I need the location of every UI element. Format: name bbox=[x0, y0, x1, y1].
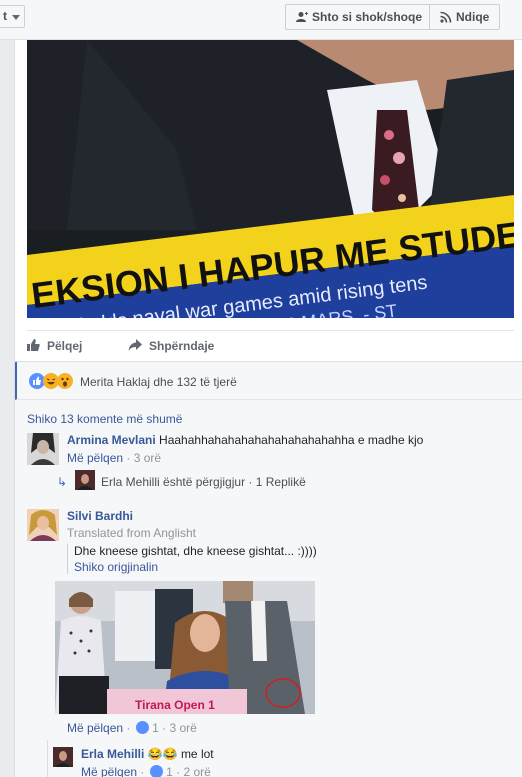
comment-like-link[interactable]: Më pëlqen bbox=[67, 721, 123, 735]
add-friend-button[interactable]: Shto si shok/shoqe bbox=[285, 4, 430, 30]
comment-author[interactable]: Silvi Bardhi bbox=[67, 509, 517, 523]
news-broadcast-image: EKSION I HAPUR ME STUDENT holds naval wa… bbox=[27, 40, 514, 318]
comment-meta: Më pëlqen · 3 orë bbox=[67, 451, 162, 465]
like-label: Pëlqej bbox=[47, 339, 83, 353]
follow-label: Ndiqe bbox=[456, 10, 490, 24]
avatar[interactable] bbox=[27, 433, 59, 465]
like-count-icon bbox=[135, 721, 149, 734]
timeline-dropdown[interactable]: t bbox=[0, 5, 25, 28]
comment-text: Dhe kneese gishtat, dhe kneese gishtat..… bbox=[74, 544, 317, 558]
like-count-icon bbox=[149, 765, 163, 777]
avatar[interactable] bbox=[53, 747, 73, 767]
like-button[interactable]: Pëlqej bbox=[27, 339, 83, 353]
share-arrow-icon bbox=[128, 339, 142, 351]
see-original-link[interactable]: Shiko origjinalin bbox=[74, 560, 517, 574]
add-friend-label: Shto si shok/shoqe bbox=[312, 10, 423, 24]
post-card: EKSION I HAPUR ME STUDENT holds naval wa… bbox=[14, 40, 522, 777]
reply-like-link[interactable]: Më pëlqen bbox=[81, 765, 137, 777]
comment-meta: Më pëlqen · 1 · 3 orë bbox=[67, 721, 197, 735]
translation-label: Translated from Anglisht bbox=[67, 526, 196, 540]
translated-quote: Dhe kneese gishtat, dhe kneese gishtat..… bbox=[67, 544, 517, 574]
post-actions: Pëlqej Shpërndaje bbox=[27, 330, 514, 360]
comment-body: Silvi Bardhi Translated from Anglisht Dh… bbox=[67, 509, 517, 574]
comment-body: Armina Mevlani Haahahhahahahahahahahahah… bbox=[67, 433, 517, 465]
comment-photo[interactable]: Tirana Open 1 bbox=[55, 581, 315, 714]
comment-author[interactable]: Armina Mevlani bbox=[67, 433, 156, 447]
comment-like-link[interactable]: Më pëlqen bbox=[67, 451, 123, 465]
like-count[interactable]: 1 bbox=[166, 765, 173, 777]
reply-arrow-icon: ↳ bbox=[57, 475, 68, 489]
comment-time[interactable]: 3 orë bbox=[134, 451, 161, 465]
dropdown-label: t bbox=[3, 9, 7, 23]
avatar bbox=[75, 470, 95, 490]
post-photo[interactable]: EKSION I HAPUR ME STUDENT holds naval wa… bbox=[27, 40, 514, 318]
reply-body: Erla Mehilli 😂😂 me lot Më pëlqen · 1 · 2… bbox=[81, 747, 214, 777]
comments-section: Merita Haklaj dhe 132 të tjerë Shiko 13 … bbox=[15, 361, 522, 777]
profile-action-bar: t Shto si shok/shoqe Ndiqe bbox=[0, 0, 522, 40]
photo-sign-text: Tirana Open 1 bbox=[135, 698, 215, 712]
comment-time[interactable]: 3 orë bbox=[169, 721, 196, 735]
reactions-summary[interactable]: Merita Haklaj dhe 132 të tjerë bbox=[15, 362, 522, 400]
share-button[interactable]: Shpërndaje bbox=[128, 339, 215, 353]
rss-icon bbox=[440, 11, 452, 23]
share-label: Shpërndaje bbox=[149, 339, 215, 353]
follow-button[interactable]: Ndiqe bbox=[429, 4, 500, 30]
like-count[interactable]: 1 bbox=[152, 721, 159, 735]
reply-text: me lot bbox=[180, 747, 214, 761]
reply-emoji: 😂😂 bbox=[147, 747, 178, 761]
add-friend-icon bbox=[296, 12, 308, 22]
view-more-comments-link[interactable]: Shiko 13 komente më shumë bbox=[27, 412, 182, 426]
reply-thread-line bbox=[47, 740, 48, 777]
avatar[interactable] bbox=[27, 509, 59, 541]
reply-author[interactable]: Erla Mehilli bbox=[81, 747, 144, 761]
chevron-down-icon bbox=[12, 15, 20, 20]
wow-reaction-icon bbox=[57, 373, 73, 389]
reply-meta: Më pëlqen · 1 · 2 orë bbox=[81, 765, 211, 777]
comment-text: Haahahhahahahahahahahahahahha e madhe kj… bbox=[159, 433, 424, 447]
reply-summary-text: Erla Mehilli është përgjigjur · 1 Replik… bbox=[101, 475, 306, 489]
reactions-text[interactable]: Merita Haklaj dhe 132 të tjerë bbox=[80, 375, 237, 389]
reply-time[interactable]: 2 orë bbox=[183, 765, 210, 777]
thumbs-up-icon bbox=[27, 339, 40, 351]
